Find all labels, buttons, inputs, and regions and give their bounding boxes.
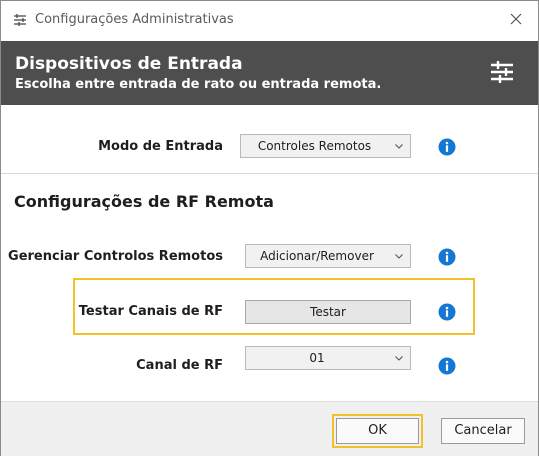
rf-channel-value: 01 bbox=[309, 351, 325, 365]
window-title: Configurações Administrativas bbox=[35, 12, 234, 27]
sliders-icon bbox=[14, 14, 26, 26]
cancel-button[interactable]: Cancelar bbox=[441, 418, 525, 444]
info-icon[interactable] bbox=[438, 303, 456, 321]
sliders-icon bbox=[491, 61, 513, 83]
input-mode-value: Controles Remotos bbox=[257, 139, 372, 153]
close-icon[interactable] bbox=[508, 11, 524, 27]
banner-title: Dispositivos de Entrada bbox=[15, 54, 243, 74]
rf-section-title: Configurações de RF Remota bbox=[14, 192, 274, 211]
info-icon[interactable] bbox=[438, 248, 456, 266]
manage-remotes-value: Adicionar/Remover bbox=[260, 249, 374, 263]
info-icon[interactable] bbox=[438, 357, 456, 375]
test-rf-button[interactable]: Testar bbox=[245, 300, 411, 324]
section-divider bbox=[1, 173, 538, 174]
rf-channel-dropdown[interactable]: 01 bbox=[245, 346, 411, 370]
settings-window: Configurações Administrativas Dispositiv… bbox=[0, 0, 539, 456]
ok-button[interactable]: OK bbox=[336, 418, 419, 444]
manage-remotes-label: Gerenciar Controlos Remotos bbox=[8, 249, 223, 264]
chevron-down-icon bbox=[395, 144, 403, 149]
chevron-down-icon bbox=[395, 254, 403, 259]
title-bar: Configurações Administrativas bbox=[1, 1, 538, 41]
input-mode-label: Modo de Entrada bbox=[98, 139, 223, 154]
info-icon[interactable] bbox=[438, 138, 456, 156]
input-mode-dropdown[interactable]: Controles Remotos bbox=[240, 134, 411, 158]
rf-channel-label: Canal de RF bbox=[136, 358, 223, 373]
banner-subtitle: Escolha entre entrada de rato ou entrada… bbox=[15, 77, 382, 92]
test-rf-label: Testar Canais de RF bbox=[78, 304, 223, 319]
manage-remotes-dropdown[interactable]: Adicionar/Remover bbox=[245, 244, 411, 268]
chevron-down-icon bbox=[395, 356, 403, 361]
